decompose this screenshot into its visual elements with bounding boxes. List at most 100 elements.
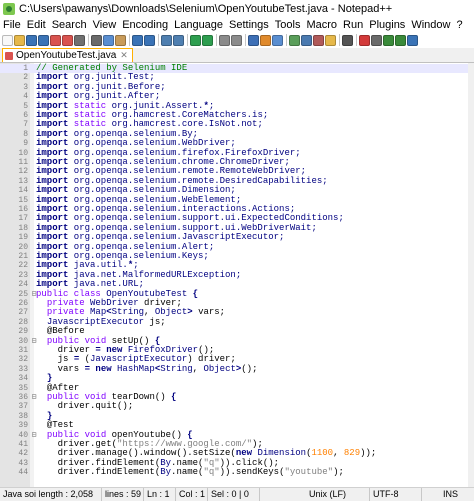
code-token: (); bbox=[241, 363, 258, 374]
close-icon[interactable] bbox=[50, 34, 61, 46]
menu-plugins[interactable]: Plugins bbox=[366, 18, 408, 32]
tab-bar: OpenYoutubeTest.java ✕ bbox=[0, 48, 474, 63]
code-line[interactable]: 37 driver.quit(); bbox=[0, 402, 474, 412]
code-area[interactable]: 1// Generated by Selenium IDE 2 import org… bbox=[0, 63, 474, 487]
menu-language[interactable]: Language bbox=[171, 18, 226, 32]
doc-map-icon[interactable] bbox=[301, 34, 312, 46]
play-multiple-icon[interactable] bbox=[395, 34, 406, 46]
save-all-icon[interactable] bbox=[38, 34, 49, 46]
line-number: 10 bbox=[18, 148, 28, 158]
line-number: 21 bbox=[18, 252, 28, 261]
code-token: { bbox=[171, 392, 177, 402]
sync-horizontal-icon[interactable] bbox=[231, 34, 242, 46]
vertical-scrollbar[interactable] bbox=[468, 63, 474, 487]
line-number: 28 bbox=[18, 317, 28, 327]
toolbar-separator bbox=[129, 34, 130, 46]
line-number: 7 bbox=[23, 120, 28, 130]
line-number: 40 bbox=[18, 430, 28, 440]
print-icon[interactable] bbox=[74, 34, 85, 46]
menu-tools[interactable]: Tools bbox=[272, 18, 304, 32]
status-lines: lines : 59 bbox=[102, 488, 144, 501]
code-token: "youtube" bbox=[284, 467, 334, 478]
save-icon[interactable] bbox=[26, 34, 37, 46]
status-eol[interactable]: Unix (LF) bbox=[306, 488, 370, 501]
line-number: 23 bbox=[18, 270, 28, 280]
status-encoding[interactable]: UTF-8 bbox=[370, 488, 422, 501]
line-number: 33 bbox=[18, 364, 28, 374]
find-icon[interactable] bbox=[161, 34, 172, 46]
new-file-icon[interactable] bbox=[2, 34, 13, 46]
user-lang-icon[interactable] bbox=[289, 34, 300, 46]
toolbar-separator bbox=[158, 34, 159, 46]
zoom-in-icon[interactable] bbox=[190, 34, 201, 46]
code-line[interactable]: 44 driver.findElement(By.name("q")).send… bbox=[0, 468, 474, 478]
menu-view[interactable]: View bbox=[90, 18, 120, 32]
function-list-icon[interactable] bbox=[313, 34, 324, 46]
redo-icon[interactable] bbox=[144, 34, 155, 46]
cut-icon[interactable] bbox=[91, 34, 102, 46]
code-text: driver.findElement(By.name("q")).sendKey… bbox=[36, 468, 344, 477]
menu-encoding[interactable]: Encoding bbox=[119, 18, 171, 32]
status-col: Col : 1 bbox=[176, 488, 208, 501]
indent-guide-icon[interactable] bbox=[272, 34, 283, 46]
line-number: 2 bbox=[23, 73, 28, 83]
status-ln: Ln : 1 bbox=[144, 488, 176, 501]
code-token: )).sendKeys( bbox=[219, 467, 285, 478]
line-number: 8 bbox=[23, 129, 28, 139]
menu-edit[interactable]: Edit bbox=[24, 18, 49, 32]
line-number: 24 bbox=[18, 280, 28, 290]
line-number: 39 bbox=[18, 421, 28, 431]
line-number: 12 bbox=[18, 167, 28, 177]
save-macro-icon[interactable] bbox=[407, 34, 418, 46]
status-sel: Sel : 0 | 0 bbox=[208, 488, 260, 501]
paste-icon[interactable] bbox=[115, 34, 126, 46]
replace-icon[interactable] bbox=[173, 34, 184, 46]
stop-record-icon[interactable] bbox=[371, 34, 382, 46]
toolbar-separator bbox=[339, 34, 340, 46]
word-wrap-icon[interactable] bbox=[248, 34, 259, 46]
tab-open-youtube-test[interactable]: OpenYoutubeTest.java ✕ bbox=[2, 48, 133, 62]
line-number: 6 bbox=[23, 111, 28, 120]
code-editor[interactable]: 1// Generated by Selenium IDE 2 import org… bbox=[0, 63, 474, 487]
play-macro-icon[interactable] bbox=[383, 34, 394, 46]
line-number: 29 bbox=[18, 327, 28, 337]
folder-workspace-icon[interactable] bbox=[325, 34, 336, 46]
menu-bar: File Edit Search View Encoding Language Settin… bbox=[0, 18, 474, 32]
line-number: 42 bbox=[18, 449, 28, 459]
menu-macro[interactable]: Macro bbox=[303, 18, 340, 32]
close-tab-icon[interactable]: ✕ bbox=[120, 50, 128, 61]
undo-icon[interactable] bbox=[132, 34, 143, 46]
menu-file[interactable]: File bbox=[0, 18, 24, 32]
line-number: 27 bbox=[18, 308, 28, 318]
code-token: vars; bbox=[192, 307, 226, 318]
code-token: .name( bbox=[171, 467, 204, 478]
line-number: 31 bbox=[18, 346, 28, 355]
record-macro-icon[interactable] bbox=[359, 34, 370, 46]
line-number: 32 bbox=[18, 355, 28, 365]
sync-vertical-icon[interactable] bbox=[219, 34, 230, 46]
open-file-icon[interactable] bbox=[14, 34, 25, 46]
menu-help[interactable]: ? bbox=[453, 18, 465, 32]
line-number: 38 bbox=[18, 411, 28, 421]
line-number: 18 bbox=[18, 223, 28, 233]
close-all-icon[interactable] bbox=[62, 34, 73, 46]
menu-window[interactable]: Window bbox=[408, 18, 453, 32]
line-number: 30 bbox=[18, 336, 28, 346]
code-token: { bbox=[192, 288, 199, 299]
line-number: 25 bbox=[18, 289, 28, 299]
zoom-out-icon[interactable] bbox=[202, 34, 213, 46]
line-number: 34 bbox=[18, 374, 28, 384]
menu-run[interactable]: Run bbox=[340, 18, 366, 32]
show-all-chars-icon[interactable] bbox=[260, 34, 271, 46]
menu-settings[interactable]: Settings bbox=[226, 18, 272, 32]
line-number: 1 bbox=[23, 64, 28, 73]
code-line[interactable]: 33 vars = new HashMap<String, Object>(); bbox=[0, 363, 474, 374]
status-mode[interactable]: INS bbox=[440, 488, 474, 501]
menu-search[interactable]: Search bbox=[49, 18, 90, 32]
monitoring-icon[interactable] bbox=[342, 34, 353, 46]
line-number: 3 bbox=[23, 82, 28, 92]
line-number: 9 bbox=[23, 139, 28, 149]
toolbar-separator bbox=[356, 34, 357, 46]
copy-icon[interactable] bbox=[103, 34, 114, 46]
window-title: C:\Users\pawanys\Downloads\Selenium\Open… bbox=[19, 3, 393, 15]
